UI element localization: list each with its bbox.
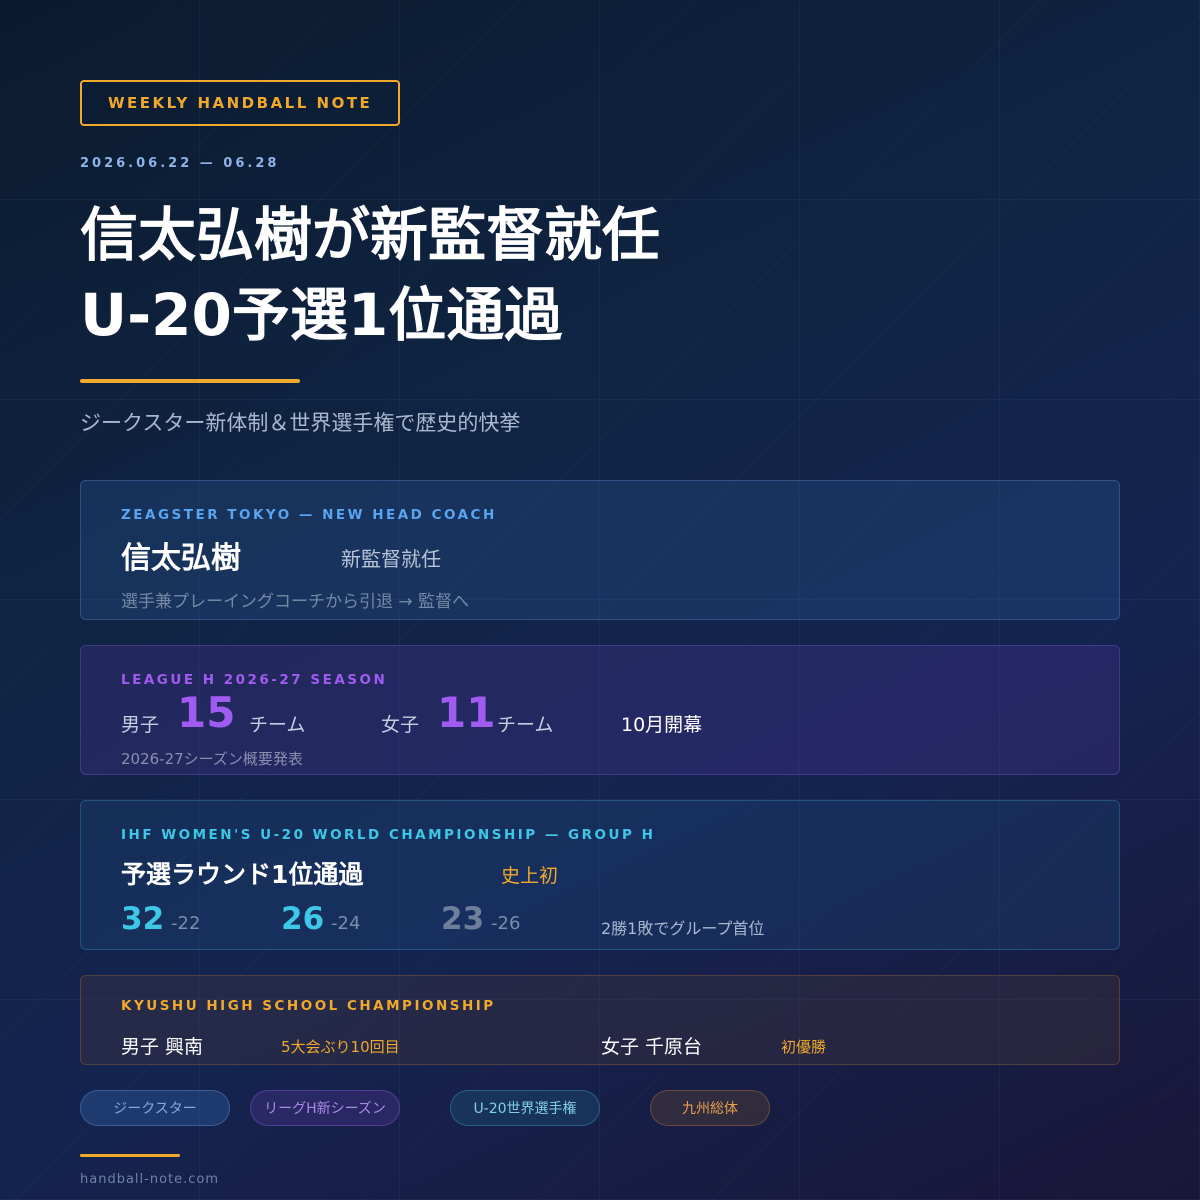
tag-league-h[interactable]: リーグH新シーズン <box>250 1090 400 1126</box>
worlds-highlight: 史上初 <box>501 865 559 887</box>
score-3-for: 23 <box>441 901 485 937</box>
page-content: WEEKLY HANDBALL NOTE 2026.06.22 — 06.28 … <box>80 80 1120 437</box>
coach-note: 選手兼プレーイングコーチから引退 → 監督へ <box>121 592 470 612</box>
women-team-count: 11 <box>437 688 496 737</box>
women-unit: チーム <box>497 714 554 736</box>
headline-divider <box>80 379 300 383</box>
card-kyushu: KYUSHU HIGH SCHOOL CHAMPIONSHIP 男子 興南 5大… <box>80 975 1120 1065</box>
card-kyushu-label: KYUSHU HIGH SCHOOL CHAMPIONSHIP <box>121 998 496 1014</box>
tag-list: ジークスター リーグH新シーズン U-20世界選手権 九州総体 <box>80 1090 1120 1126</box>
score-1-against: -22 <box>171 913 201 934</box>
men-team-count: 15 <box>177 688 236 737</box>
score-2-against: -24 <box>331 913 361 934</box>
card-worlds-label: IHF WOMEN'S U-20 WORLD CHAMPIONSHIP — GR… <box>121 827 656 843</box>
headline-line-2: U-20予選1位通過 <box>80 281 563 349</box>
league-note: 2026-27シーズン概要発表 <box>121 750 303 768</box>
headline-line-1: 信太弘樹が新監督就任 <box>80 201 661 269</box>
card-worlds: IHF WOMEN'S U-20 WORLD CHAMPIONSHIP — GR… <box>80 800 1120 950</box>
headline: 信太弘樹が新監督就任 U-20予選1位通過 <box>80 195 1120 355</box>
card-coach-label: ZEAGSTER TOKYO — NEW HEAD COACH <box>121 507 497 523</box>
coach-role: 新監督就任 <box>341 547 441 571</box>
kyushu-men-winner: 男子 興南 <box>121 1036 204 1058</box>
tag-zeagster[interactable]: ジークスター <box>80 1090 230 1126</box>
season-opening: 10月開幕 <box>621 714 703 736</box>
worlds-result: 予選ラウンド1位通過 <box>121 860 364 889</box>
footer-divider <box>80 1154 180 1157</box>
score-3-against: -26 <box>491 913 521 934</box>
men-label: 男子 <box>121 714 160 736</box>
card-coach: ZEAGSTER TOKYO — NEW HEAD COACH 信太弘樹 新監督… <box>80 480 1120 620</box>
card-league-label: LEAGUE H 2026-27 SEASON <box>121 672 388 688</box>
issue-badge: WEEKLY HANDBALL NOTE <box>80 80 401 126</box>
footer-site[interactable]: handball-note.com <box>80 1172 219 1187</box>
kyushu-men-note: 5大会ぶり10回目 <box>281 1038 400 1056</box>
card-league: LEAGUE H 2026-27 SEASON 男子 15 チーム 女子 11 … <box>80 645 1120 775</box>
kyushu-women-winner: 女子 千原台 <box>601 1036 703 1058</box>
score-1-for: 32 <box>121 901 165 937</box>
men-unit: チーム <box>249 714 306 736</box>
date-range: 2026.06.22 — 06.28 <box>80 156 280 171</box>
subheadline: ジークスター新体制＆世界選手権で歴史的快挙 <box>80 411 521 435</box>
women-label: 女子 <box>381 714 420 736</box>
coach-name: 信太弘樹 <box>121 541 241 576</box>
worlds-summary: 2勝1敗でグループ首位 <box>601 919 765 938</box>
score-2-for: 26 <box>281 901 325 937</box>
kyushu-women-note: 初優勝 <box>781 1038 827 1056</box>
tag-kyushu[interactable]: 九州総体 <box>650 1090 770 1126</box>
tag-u20-worlds[interactable]: U-20世界選手権 <box>450 1090 600 1126</box>
